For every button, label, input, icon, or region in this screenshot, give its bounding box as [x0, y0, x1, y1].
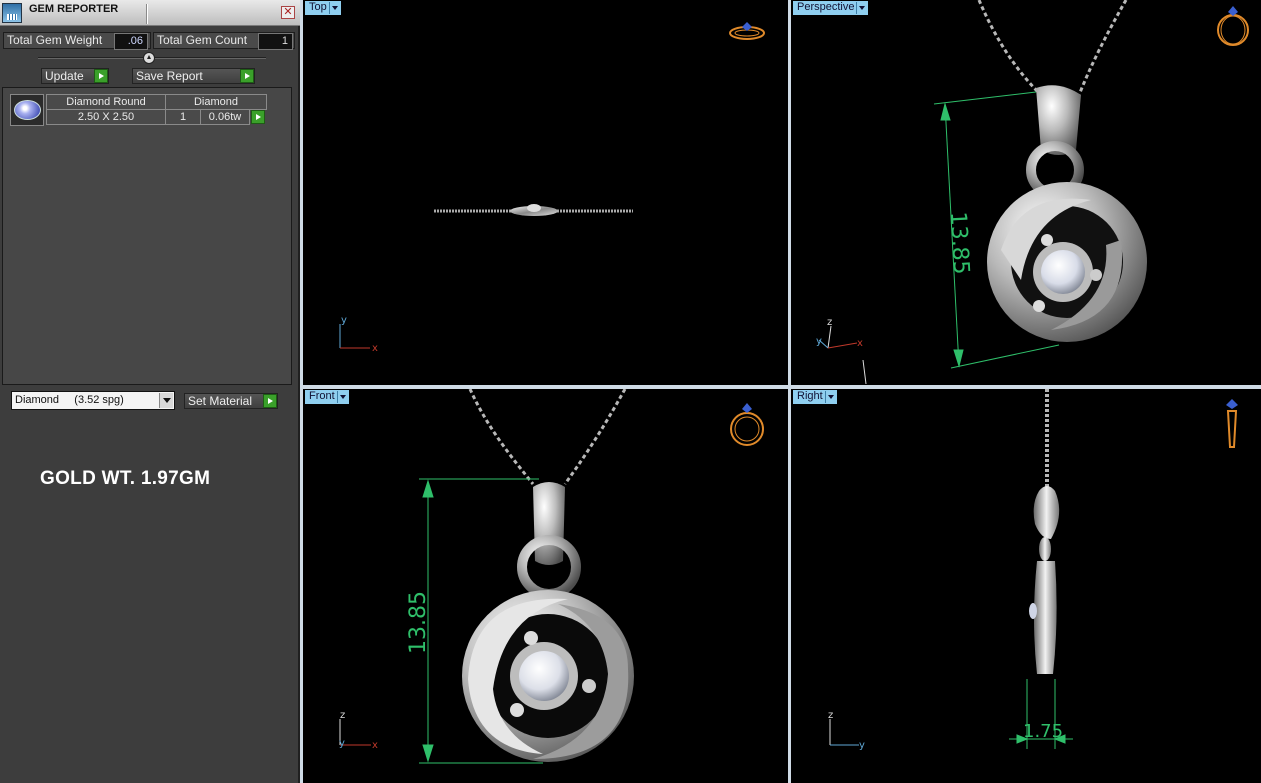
viewport-label-right[interactable]: Right — [793, 390, 837, 404]
axis-y-label: y — [859, 740, 865, 751]
perspective-viewport[interactable]: 13.85 z y x Perspective — [791, 0, 1261, 385]
viewport-label-text: Perspective — [797, 1, 855, 13]
gem-weight: 0.06tw — [200, 109, 250, 125]
gem-reporter-app-icon — [2, 3, 22, 23]
axis-triad: y x — [339, 315, 378, 354]
axis-z-label: z — [827, 317, 832, 328]
ring-nav-cube-icon[interactable] — [1217, 6, 1249, 46]
pendant-front — [462, 482, 634, 762]
right-viewport[interactable]: 1.75 z y Right — [791, 389, 1261, 783]
material-select[interactable]: Diamond (3.52 spg) — [11, 391, 175, 410]
pendant-top-view — [434, 204, 633, 216]
ring-nav-cube-icon[interactable] — [729, 22, 765, 40]
chain — [468, 389, 627, 485]
viewport-label-text: Top — [309, 1, 327, 13]
gem-count: 1 — [165, 109, 201, 125]
update-go-arrow-icon[interactable] — [94, 69, 108, 83]
axis-y-label: y — [339, 738, 345, 749]
gem-list: Diamond Round Diamond 2.50 X 2.50 1 0.06… — [2, 87, 292, 385]
gem-row-go-arrow-icon[interactable] — [251, 110, 265, 124]
axis-z-label: z — [828, 710, 833, 721]
save-report-button-label: Save Report — [136, 69, 203, 83]
front-viewport-canvas: 13.85 z y x — [339, 389, 764, 764]
gem-material: Diamond — [165, 94, 267, 110]
axis-triad: z y x — [339, 710, 378, 751]
collapse-knob-icon[interactable] — [143, 52, 155, 64]
axis-triad: z y x — [816, 317, 867, 385]
chain — [977, 0, 1128, 97]
front-viewport[interactable]: 13.85 z y x Front — [303, 389, 788, 783]
gold-weight-text: GOLD WT. 1.97GM — [40, 468, 211, 489]
total-gem-weight-value: .06 — [114, 33, 148, 50]
viewport-splitter-vertical[interactable] — [788, 0, 791, 783]
gem-name: Diamond Round — [46, 94, 166, 110]
app-window: GEM REPORTER ✕ Total Gem Weight .06 Tota… — [0, 0, 1261, 783]
axis-x-label: x — [857, 338, 863, 349]
top-viewport[interactable]: y x Top — [303, 0, 788, 385]
update-button-label: Update — [45, 69, 84, 83]
axis-z-label: z — [340, 710, 345, 721]
axis-triad: z y — [828, 710, 865, 751]
material-select-value: Diamond (3.52 spg) — [15, 394, 124, 406]
dimension-value: 1.75 — [1023, 721, 1063, 742]
chevron-down-icon[interactable] — [159, 393, 173, 408]
top-viewport-canvas: y x — [339, 22, 765, 354]
round-diamond-icon — [10, 94, 44, 126]
axis-y-label: y — [816, 336, 822, 347]
total-gem-count-value: 1 — [258, 33, 293, 50]
chevron-down-icon[interactable] — [856, 2, 867, 14]
axis-x-label: x — [372, 343, 378, 354]
perspective-viewport-canvas: 13.85 z y x — [816, 0, 1249, 385]
dimension-value: 13.85 — [406, 591, 431, 654]
viewport-label-perspective[interactable]: Perspective — [793, 1, 869, 15]
viewport-splitter-horizontal[interactable] — [300, 385, 1261, 389]
chevron-down-icon[interactable] — [328, 2, 340, 14]
set-material-button-label: Set Material — [188, 394, 253, 408]
chevron-down-icon[interactable] — [824, 391, 836, 403]
close-button[interactable]: ✕ — [281, 6, 295, 19]
viewport-label-front[interactable]: Front — [305, 390, 349, 404]
ring-nav-cube-icon[interactable] — [1226, 399, 1238, 448]
panel-title: GEM REPORTER — [29, 3, 119, 15]
viewport-label-text: Right — [797, 390, 823, 402]
pendant-side — [1029, 486, 1060, 674]
save-report-go-arrow-icon[interactable] — [240, 69, 254, 83]
viewport-label-text: Front — [309, 390, 335, 402]
right-viewport-canvas: 1.75 z y — [828, 389, 1238, 751]
dimension-value: 13.85 — [945, 211, 973, 275]
ring-nav-cube-icon[interactable] — [730, 403, 764, 446]
panel-title-bar: GEM REPORTER ✕ — [0, 0, 300, 26]
axis-x-label: x — [372, 740, 378, 751]
dimension-line: 1.75 — [1009, 679, 1073, 749]
gem-reporter-panel: GEM REPORTER ✕ Total Gem Weight .06 Tota… — [0, 0, 300, 783]
viewport-label-top[interactable]: Top — [305, 1, 341, 15]
axis-y-label: y — [341, 315, 347, 326]
gem-size: 2.50 X 2.50 — [46, 109, 166, 125]
set-material-go-arrow-icon[interactable] — [263, 394, 277, 408]
save-report-button[interactable]: Save Report — [132, 68, 255, 84]
title-separator — [146, 4, 147, 24]
pendant-perspective — [987, 85, 1147, 342]
chevron-down-icon[interactable] — [336, 391, 348, 403]
